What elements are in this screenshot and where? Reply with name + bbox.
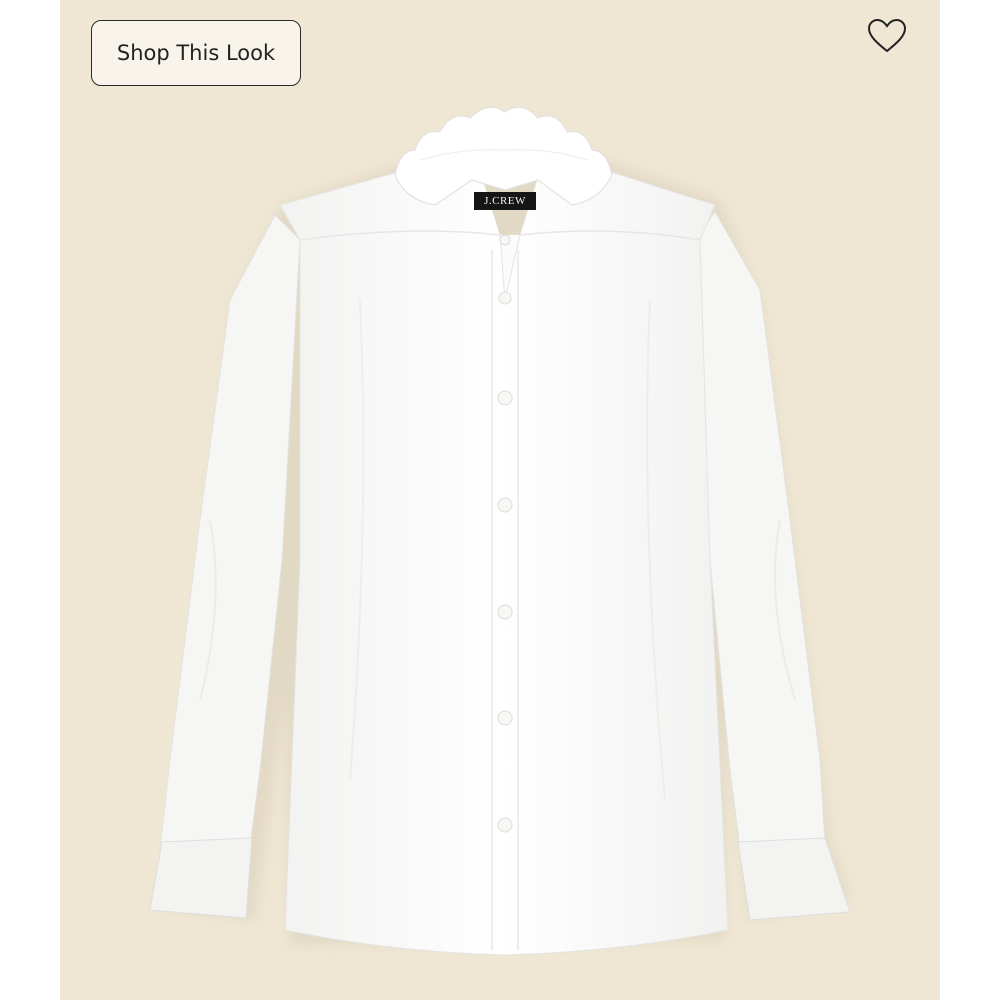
brand-label-tag: J.CREW [474, 192, 536, 210]
wishlist-button[interactable] [865, 14, 909, 58]
shirt-image [149, 106, 851, 956]
shop-this-look-label: Shop This Look [116, 41, 276, 65]
heart-outline-icon [867, 18, 907, 53]
product-image: J.CREW Shop This Look [60, 0, 940, 1000]
shop-this-look-button[interactable]: Shop This Look [91, 20, 301, 86]
left-sleeve [159, 214, 301, 851]
brand-label-text: J.CREW [484, 195, 526, 207]
left-cuff [149, 837, 253, 919]
